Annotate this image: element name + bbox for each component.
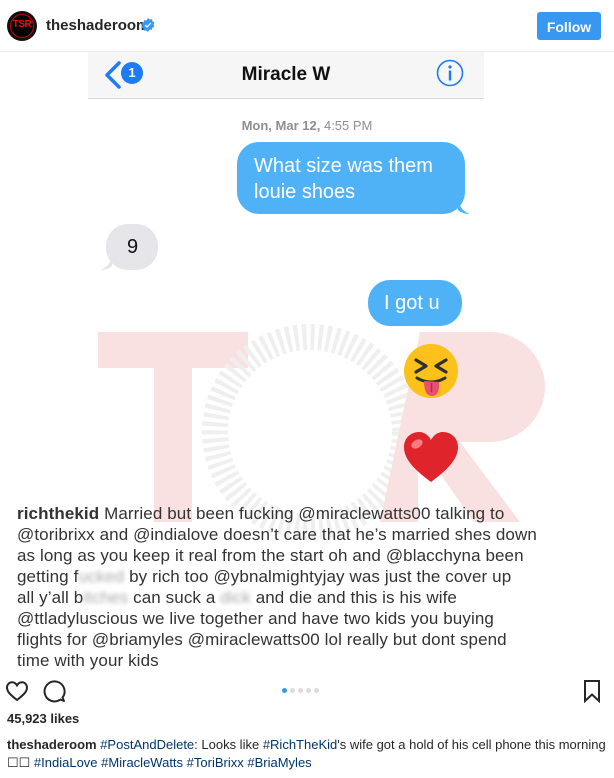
caption-username[interactable]: theshaderoom [7,737,97,752]
screenshot-caption: richthekid Married but been fucking @mir… [17,504,537,670]
message-timestamp: Mon, Mar 12, 4:55 PM [241,118,373,133]
carousel-dot [282,688,287,693]
sent-message-bubble: What size was them louie shoes [237,142,465,214]
likes-count[interactable]: 45,923 likes [7,711,79,726]
hashtag-link[interactable]: #PostAndDelete [100,737,194,752]
carousel-dot [306,688,311,693]
imessage-nav-bar: 1 Miracle W [88,52,484,99]
hashtag-link[interactable]: #MiracleWatts [101,755,183,770]
carousel-indicator [282,688,322,694]
hashtag-link[interactable]: #IndiaLove [34,755,98,770]
post-image[interactable]: 1 Miracle W Mon, Mar 12, 4:55 PM What si… [0,52,614,670]
contact-name: Miracle W [241,64,331,85]
like-heart-icon[interactable] [5,679,29,703]
bubble-tail [458,200,470,214]
hashtag-link[interactable]: #ToriBrixx [187,755,244,770]
verified-badge-icon [141,18,155,32]
bubble-tail [100,256,112,270]
carousel-dot [314,688,319,693]
comment-icon[interactable] [42,679,66,703]
hashtag-link[interactable]: #BriaMyles [247,755,311,770]
username[interactable]: theshaderoom [46,17,149,34]
hashtag-link[interactable]: #RichTheKid [263,737,337,752]
post-header: TSR theshaderoom Follow [0,0,614,52]
post-caption: theshaderoom #PostAndDelete: Looks like … [7,737,606,770]
avatar-logo: TSR [12,19,32,30]
squinting-tongue-emoji-icon [404,344,458,398]
bookmark-icon[interactable] [582,679,602,703]
info-icon[interactable] [436,59,464,87]
carousel-dot [290,688,295,693]
received-message-bubble: 9 [106,224,158,270]
carousel-dot [298,688,303,693]
follow-button[interactable]: Follow [537,12,601,40]
post-actions [0,675,614,707]
avatar[interactable]: TSR [7,11,37,41]
red-heart-emoji-icon [404,432,458,482]
sent-message-bubble: I got u [368,280,462,326]
